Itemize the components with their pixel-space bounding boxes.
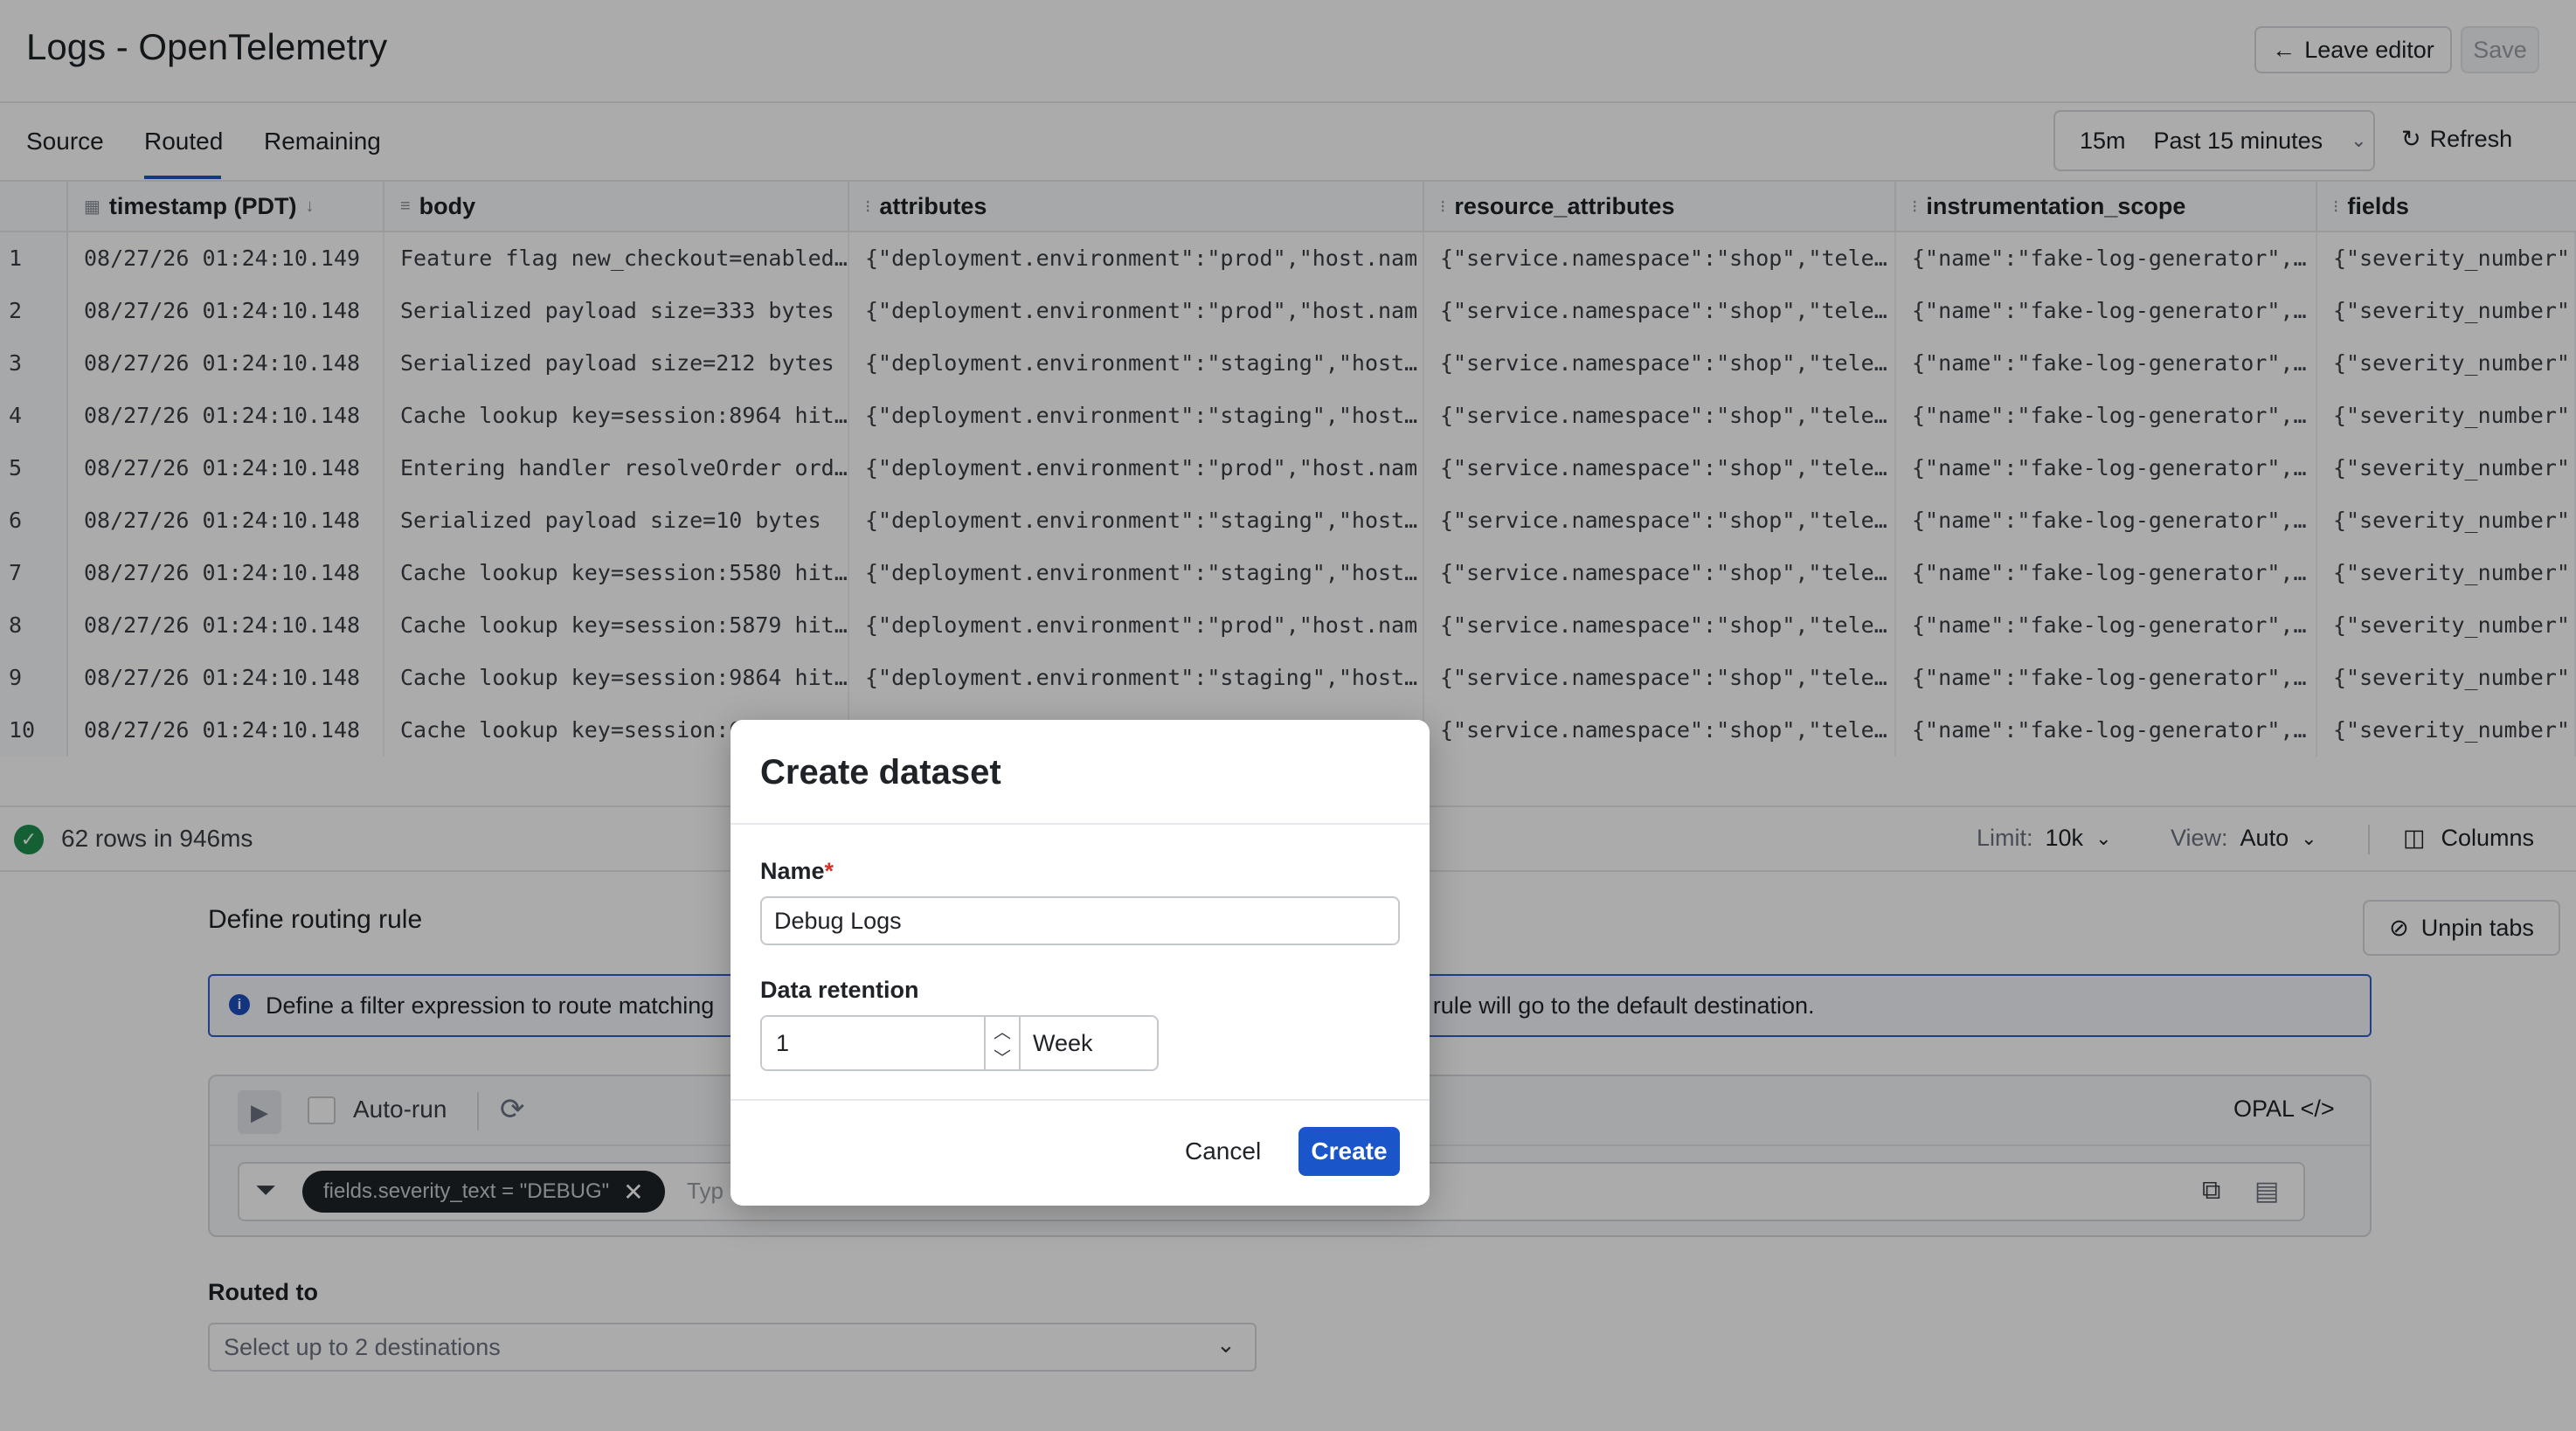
name-label-text: Name [760, 858, 825, 884]
retention-number-input[interactable] [762, 1017, 984, 1069]
retention-group: ︿ ﹀ Week ⌄ [760, 1015, 1159, 1071]
retention-unit-value: Week [1033, 1029, 1093, 1056]
dialog-footer-divider [731, 1099, 1430, 1101]
stepper-up-icon[interactable]: ︿ [986, 1017, 1019, 1043]
dialog-title: Create dataset [760, 753, 1001, 792]
dialog-divider [731, 823, 1430, 825]
name-label: Name* [760, 858, 834, 885]
retention-label: Data retention [760, 977, 919, 1003]
stepper-down-icon[interactable]: ﹀ [986, 1043, 1019, 1069]
retention-stepper: ︿ ﹀ [984, 1017, 1021, 1069]
name-input[interactable] [760, 896, 1400, 945]
retention-unit-select[interactable]: Week ⌄ [1021, 1017, 1157, 1069]
required-mark: * [824, 858, 834, 884]
create-dataset-dialog: Create dataset Name* Data retention ︿ ﹀ … [731, 720, 1430, 1206]
modal-backdrop[interactable] [0, 0, 2576, 1431]
cancel-button[interactable]: Cancel [1185, 1127, 1261, 1176]
create-button[interactable]: Create [1298, 1127, 1400, 1176]
